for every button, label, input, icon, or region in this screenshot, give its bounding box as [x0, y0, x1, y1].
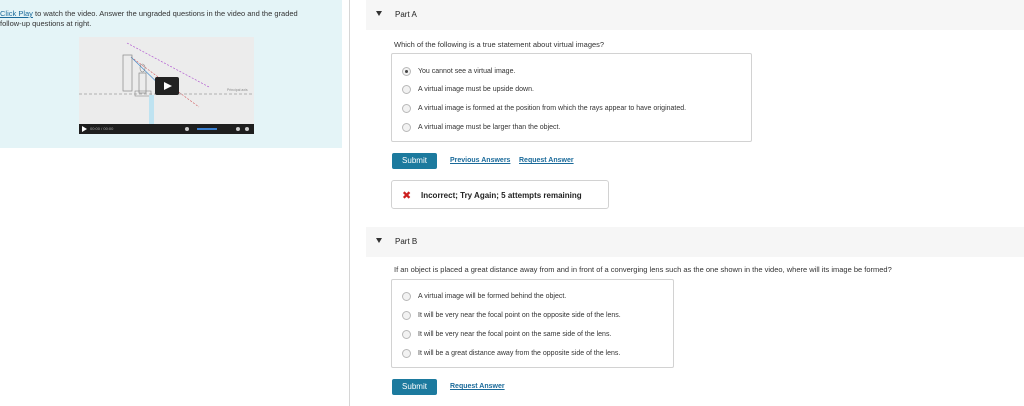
panel-divider [349, 0, 350, 406]
part-b-request-answer-link[interactable]: Request Answer [450, 383, 505, 390]
video-time: 00:00 / 00:00 [90, 126, 114, 131]
video-player[interactable]: Principal axis [79, 37, 254, 134]
choice-label: A virtual image must be upside down. [418, 86, 534, 93]
radio-icon[interactable] [402, 311, 411, 320]
settings-icon[interactable] [236, 127, 240, 131]
intro-text-line-2: follow-up questions at right. [0, 18, 92, 28]
feedback-message: Incorrect; Try Again; 5 attempts remaini… [421, 191, 582, 200]
choice-label: A virtual image will be formed behind th… [418, 293, 567, 300]
volume-slider[interactable] [197, 128, 217, 130]
radio-icon[interactable] [402, 123, 411, 132]
choice-label: It will be very near the focal point on … [418, 331, 612, 338]
feedback-box: ✖ Incorrect; Try Again; 5 attempts remai… [391, 180, 609, 209]
part-a-choices: You cannot see a virtual image. A virtua… [391, 53, 752, 142]
choice-label: You cannot see a virtual image. [418, 68, 516, 75]
principal-axis-label: Principal axis [227, 88, 248, 92]
part-b-header[interactable]: Part B [366, 227, 1024, 257]
radio-icon[interactable] [402, 292, 411, 301]
radio-icon[interactable] [402, 104, 411, 113]
play-button[interactable] [155, 77, 179, 95]
collapse-caret-icon[interactable] [376, 11, 382, 16]
part-a-request-answer-link[interactable]: Request Answer [519, 157, 574, 164]
intro-text-line-1: to watch the video. Answer the ungraded … [32, 9, 298, 18]
radio-icon[interactable] [402, 349, 411, 358]
choice-label: It will be a great distance away from th… [418, 350, 621, 357]
fullscreen-icon[interactable] [245, 127, 249, 131]
part-b-question: If an object is placed a great distance … [394, 265, 892, 274]
video-controls: 00:00 / 00:00 [79, 124, 254, 134]
choice-label: A virtual image must be larger than the … [418, 124, 561, 131]
captions-icon[interactable] [185, 127, 189, 131]
part-a-title: Part A [395, 10, 417, 19]
click-play-link[interactable]: Click Play [0, 9, 33, 18]
radio-selected-icon[interactable] [402, 67, 411, 76]
radio-icon[interactable] [402, 85, 411, 94]
incorrect-x-icon: ✖ [402, 190, 412, 202]
part-a-question: Which of the following is a true stateme… [394, 40, 605, 49]
part-b-choices: A virtual image will be formed behind th… [391, 279, 674, 368]
choice-label: A virtual image is formed at the positio… [418, 105, 687, 112]
part-a-header[interactable]: Part A [366, 0, 1024, 30]
choice-label: It will be very near the focal point on … [418, 312, 621, 319]
video-panel: Click Play to watch the video. Answer th… [0, 0, 342, 148]
part-b-submit-button[interactable]: Submit [392, 379, 437, 395]
part-b-title: Part B [395, 237, 418, 246]
part-a-submit-button[interactable]: Submit [392, 153, 437, 169]
previous-answers-link[interactable]: Previous Answers [450, 157, 510, 164]
control-play-icon[interactable] [82, 126, 87, 132]
radio-icon[interactable] [402, 330, 411, 339]
collapse-caret-icon[interactable] [376, 238, 382, 243]
intro-text: Click Play to watch the video. Answer th… [0, 9, 335, 28]
